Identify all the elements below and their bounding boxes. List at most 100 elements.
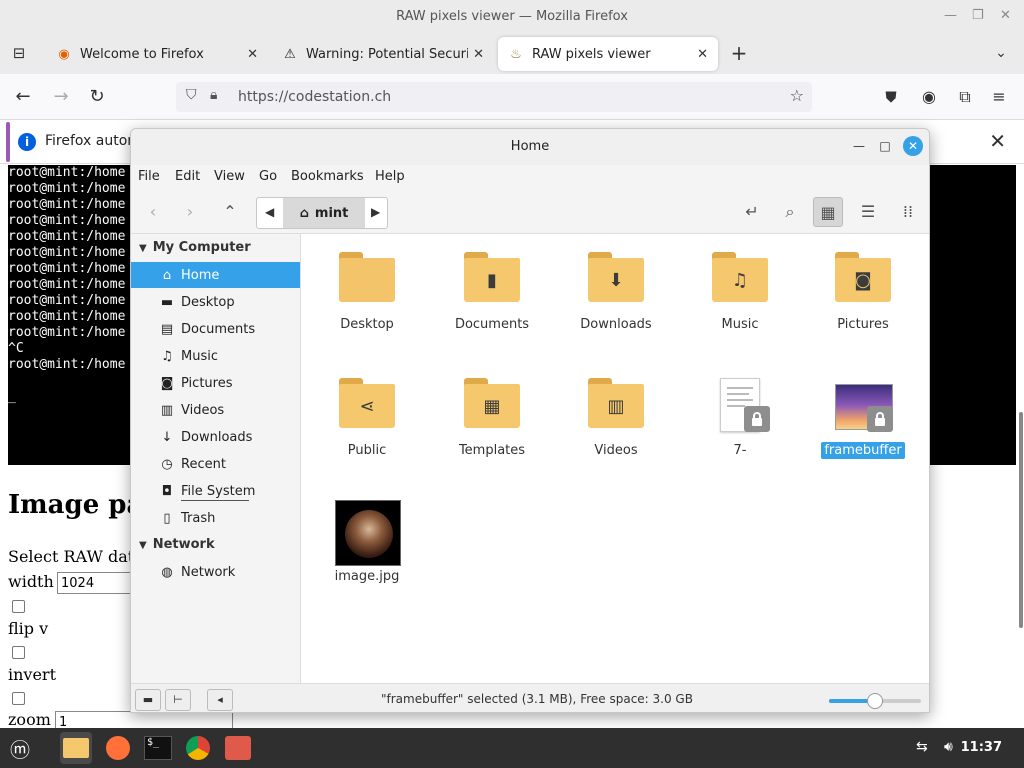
menu-icon[interactable]: ⓜ — [4, 732, 36, 764]
file-item-pictures[interactable]: ◙ Pictures — [808, 250, 918, 333]
menu-file[interactable]: File — [138, 169, 160, 184]
file-item-desktop[interactable]: Desktop — [312, 250, 422, 333]
files-icon[interactable] — [60, 732, 92, 764]
hamburger-menu-icon[interactable]: ≡ — [988, 86, 1010, 108]
tab-raw-viewer[interactable]: ♨ RAW pixels viewer ✕ — [498, 37, 718, 71]
maximize-icon[interactable]: ❐ — [972, 8, 984, 23]
menu-view[interactable]: View — [214, 169, 245, 184]
menu-bookmarks[interactable]: Bookmarks — [291, 169, 364, 184]
forward-icon[interactable]: → — [50, 86, 72, 108]
image-viewer-icon[interactable] — [222, 732, 254, 764]
menu-help[interactable]: Help — [375, 169, 405, 184]
width-input[interactable] — [57, 572, 137, 594]
close-tab-icon[interactable]: ✕ — [697, 47, 708, 62]
reload-icon[interactable]: ↻ — [86, 86, 108, 108]
back-icon[interactable]: ← — [12, 86, 34, 108]
desktop-icon: ▬ — [160, 294, 174, 310]
flip-checkbox[interactable] — [12, 600, 25, 613]
collapse-icon: ▼ — [139, 243, 147, 254]
url-text[interactable]: https://codestation.ch — [238, 89, 391, 105]
sidebar-item-desktop[interactable]: ▬ Desktop — [131, 289, 300, 315]
sidebar-item-downloads[interactable]: ↓ Downloads — [131, 424, 300, 450]
menu-go[interactable]: Go — [259, 169, 277, 184]
lock-icon[interactable]: 🔒︎ — [210, 87, 217, 103]
tab-label: Welcome to Firefox — [80, 46, 204, 62]
folder-icon — [337, 250, 397, 306]
fm-close-icon[interactable]: ✕ — [903, 136, 923, 156]
folder-videos-icon: ▥ — [586, 376, 646, 432]
close-tab-icon[interactable]: ✕ — [473, 47, 484, 62]
notification-text: Firefox autom — [45, 133, 141, 149]
list-view-icon[interactable]: ☰ — [853, 197, 883, 227]
page-scrollbar[interactable] — [1019, 412, 1023, 628]
file-item-7[interactable]: 7- — [685, 376, 795, 459]
section-my-computer[interactable]: ▼ My Computer — [139, 240, 251, 255]
tab-list-icon[interactable]: ⊟ — [8, 42, 30, 64]
shield-icon[interactable]: ⛉ — [186, 87, 197, 103]
crumb-right-icon[interactable]: ▶ — [371, 205, 380, 219]
terminal-icon[interactable]: $_ — [142, 732, 174, 764]
account-icon[interactable]: ◉ — [918, 86, 940, 108]
extensions-icon[interactable]: ⧉ — [954, 86, 976, 108]
menu-edit[interactable]: Edit — [175, 169, 200, 184]
file-item-image-jpg[interactable]: image.jpg — [312, 500, 422, 585]
breadcrumb-home[interactable]: ⌂ mint — [283, 198, 365, 228]
tab-warning[interactable]: ⚠ Warning: Potential Security ✕ — [272, 37, 494, 71]
invert-checkbox[interactable] — [12, 692, 25, 705]
fm-title: Home — [510, 139, 550, 154]
file-item-downloads[interactable]: ⬇ Downloads — [561, 250, 671, 333]
close-tab-icon[interactable]: ✕ — [247, 47, 258, 62]
width-label: width — [8, 572, 54, 591]
clock[interactable]: 11:37 — [961, 740, 1002, 755]
url-bar[interactable]: ⛉ 🔒︎ https://codestation.ch ☆ — [176, 82, 812, 112]
sidebar-item-home[interactable]: ⌂ Home — [131, 262, 300, 288]
folder-public-icon: ⋖ — [337, 376, 397, 432]
file-item-videos[interactable]: ▥ Videos — [561, 376, 671, 459]
sidebar-item-documents[interactable]: ▤ Documents — [131, 316, 300, 342]
close-window-icon[interactable]: ✕ — [1000, 8, 1011, 23]
section-network[interactable]: ▼ Network — [139, 537, 215, 552]
crumb-left-icon[interactable]: ◀ — [265, 205, 274, 219]
folder-pictures-icon: ◙ — [833, 250, 893, 306]
compact-view-icon[interactable]: ⁞⁞ — [893, 197, 923, 227]
volume-icon[interactable]: 🔊︎ — [944, 739, 953, 755]
sidebar-item-filesystem[interactable]: ◘ File System — [131, 478, 300, 504]
new-tab-icon[interactable]: + — [728, 42, 750, 64]
zoom-knob[interactable] — [867, 693, 883, 709]
network-status-icon[interactable]: ⇆ — [916, 739, 928, 755]
toggle-location-icon[interactable]: ↵ — [737, 197, 767, 227]
fm-maximize-icon[interactable]: □ — [875, 136, 895, 156]
sidebar-item-music[interactable]: ♫ Music — [131, 343, 300, 369]
file-name: Public — [347, 443, 387, 458]
back-icon[interactable]: ‹ — [138, 197, 168, 227]
chevron-down-icon[interactable]: ⌄ — [990, 42, 1012, 64]
flip-h-checkbox[interactable] — [12, 646, 25, 659]
sidebar-item-network[interactable]: ◍ Network — [131, 559, 300, 585]
forward-icon[interactable]: › — [175, 197, 205, 227]
toggle-sidebar-icon[interactable]: ◂ — [207, 689, 233, 711]
show-tree-icon[interactable]: ⊢ — [165, 689, 191, 711]
fm-minimize-icon[interactable]: — — [849, 136, 869, 156]
file-item-music[interactable]: ♫ Music — [685, 250, 795, 333]
pocket-icon[interactable]: ⛊ — [880, 86, 902, 108]
sidebar-item-videos[interactable]: ▥ Videos — [131, 397, 300, 423]
zoom-slider[interactable] — [829, 693, 921, 709]
file-item-templates[interactable]: ▦ Templates — [437, 376, 547, 459]
chromium-icon[interactable] — [182, 732, 214, 764]
minimize-icon[interactable]: — — [944, 8, 957, 23]
tab-welcome[interactable]: ◉ Welcome to Firefox ✕ — [46, 37, 268, 71]
sidebar-item-trash[interactable]: ▯ Trash — [131, 505, 300, 531]
search-icon[interactable]: ⌕ — [775, 197, 805, 227]
bookmark-star-icon[interactable]: ☆ — [790, 86, 804, 105]
sidebar-item-recent[interactable]: ◷ Recent — [131, 451, 300, 477]
show-places-icon[interactable]: ▬ — [135, 689, 161, 711]
home-icon: ⌂ — [299, 205, 309, 221]
sidebar-item-pictures[interactable]: ◙ Pictures — [131, 370, 300, 396]
up-icon[interactable]: ⌃ — [215, 197, 245, 227]
firefox-icon[interactable] — [102, 732, 134, 764]
close-notification-icon[interactable]: ✕ — [989, 129, 1006, 153]
file-item-public[interactable]: ⋖ Public — [312, 376, 422, 459]
file-item-framebuffer[interactable]: framebuffer — [808, 376, 918, 459]
icon-view-icon[interactable]: ▦ — [813, 197, 843, 227]
file-item-documents[interactable]: ▮ Documents — [437, 250, 547, 333]
